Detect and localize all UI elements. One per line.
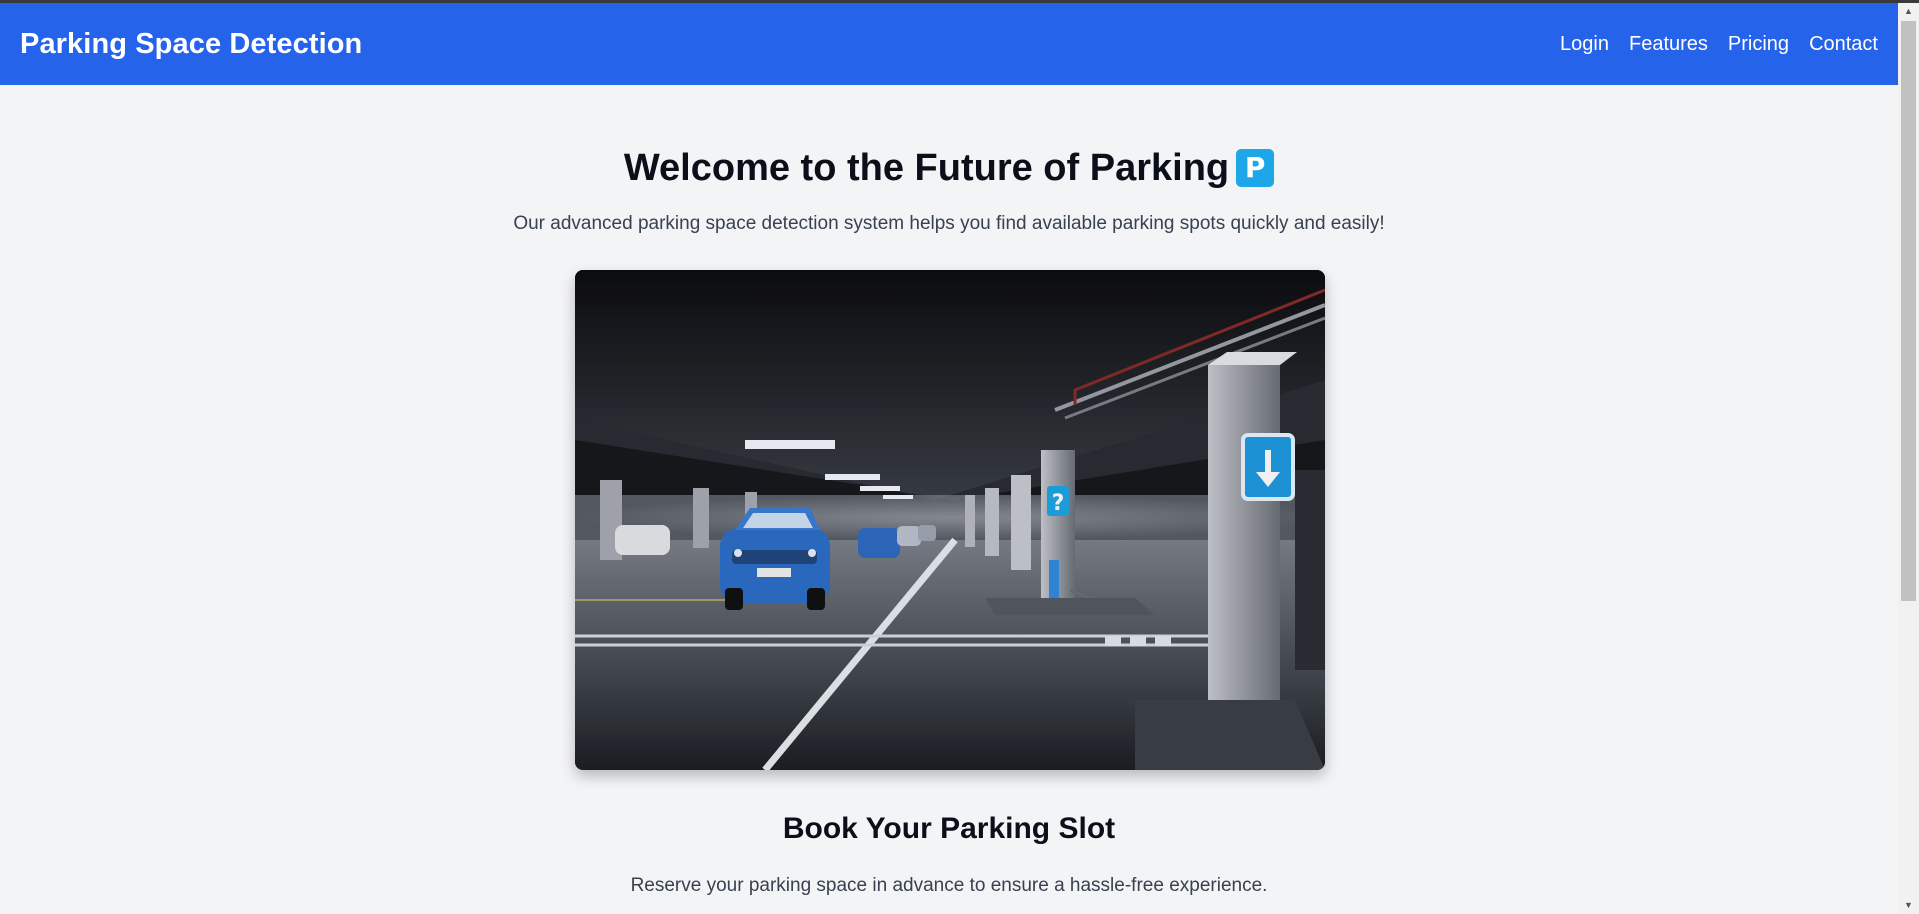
nav-link-contact[interactable]: Contact — [1809, 33, 1878, 56]
vertical-scrollbar[interactable]: ▲ ▼ — [1898, 3, 1919, 914]
scroll-down-icon[interactable]: ▼ — [1898, 897, 1919, 914]
booking-subtitle: Reserve your parking space in advance to… — [630, 875, 1268, 896]
brand-logo[interactable]: Parking Space Detection — [20, 28, 362, 61]
scrollbar-thumb[interactable] — [1901, 21, 1916, 601]
booking-title: Book Your Parking Slot — [782, 812, 1116, 845]
nav-link-features[interactable]: Features — [1629, 33, 1708, 56]
parking-p-icon: P — [1236, 149, 1275, 187]
navbar: Parking Space Detection Login Features P… — [0, 3, 1898, 85]
nav-link-login[interactable]: Login — [1560, 33, 1609, 56]
parking-garage-image: ? — [575, 270, 1325, 770]
scroll-up-icon[interactable]: ▲ — [1898, 3, 1919, 20]
nav-link-pricing[interactable]: Pricing — [1728, 33, 1789, 56]
hero-title-text: Welcome to the Future of Parking — [623, 147, 1230, 189]
nav-links: Login Features Pricing Contact — [1540, 33, 1878, 56]
hero-subtitle: Our advanced parking space detection sys… — [513, 213, 1385, 234]
hero-title: Welcome to the Future of Parking P — [0, 147, 1898, 190]
